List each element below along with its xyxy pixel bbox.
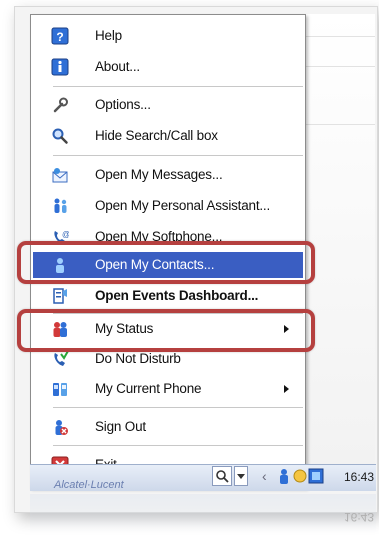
system-tray: ‹ <box>212 466 324 486</box>
messages-icon <box>51 166 69 184</box>
menu-item-hide-search-call-box[interactable]: Hide Search/Call box <box>33 123 303 149</box>
highlight-frame-status <box>17 309 315 352</box>
dropdown-arrow-icon[interactable] <box>234 466 248 486</box>
tray-back-arrow-icon[interactable]: ‹ <box>262 467 276 485</box>
menu-item-open-events-dashboard[interactable]: Open Events Dashboard... <box>33 283 303 309</box>
menu-separator <box>53 445 303 446</box>
submenu-arrow-icon <box>284 385 289 393</box>
menu-item-label: Open My Messages... <box>95 167 223 182</box>
menu-item-help[interactable]: ? Help <box>33 23 303 49</box>
personal-assistant-icon <box>51 197 69 215</box>
background-window <box>302 14 375 470</box>
clock: 16:43 <box>344 470 375 484</box>
menu-item-label: Open Events Dashboard... <box>95 288 259 303</box>
menu-item-label: Do Not Disturb <box>95 351 181 366</box>
do-not-disturb-icon <box>51 350 69 368</box>
info-icon <box>51 58 69 76</box>
highlight-frame-contacts <box>17 241 315 284</box>
menu-item-open-my-personal-assistant[interactable]: Open My Personal Assistant... <box>33 193 303 219</box>
tray-user-icon[interactable] <box>276 467 292 485</box>
menu-item-label: Open My Personal Assistant... <box>95 198 271 213</box>
menu-separator <box>53 407 303 408</box>
reflection-clock: 16:43 <box>344 510 375 524</box>
menu-item-sign-out[interactable]: Sign Out <box>33 414 303 440</box>
svg-text:?: ? <box>56 30 63 44</box>
menu-item-options[interactable]: Options... <box>33 92 303 118</box>
sign-out-icon <box>51 418 69 436</box>
phone-icon <box>51 380 69 398</box>
tray-app-icon[interactable] <box>308 467 324 485</box>
menu-separator <box>53 86 303 87</box>
menu-item-label: About... <box>95 59 140 74</box>
menu-item-about[interactable]: About... <box>33 54 303 80</box>
magnifier-icon <box>51 127 69 145</box>
menu-item-label: Help <box>95 28 122 43</box>
help-icon: ? <box>51 27 69 45</box>
events-dashboard-icon <box>51 287 69 305</box>
menu-separator <box>53 155 303 156</box>
wrench-icon <box>51 96 69 114</box>
brand-logo-text: Alcatel·Lucent <box>54 479 124 491</box>
menu-item-my-current-phone[interactable]: My Current Phone <box>33 376 303 402</box>
menu-item-label: Options... <box>95 97 151 112</box>
svg-text:@: @ <box>62 230 69 239</box>
menu-item-label: My Current Phone <box>95 381 202 396</box>
menu-item-label: Sign Out <box>95 419 146 434</box>
tray-status-icon[interactable] <box>292 467 308 485</box>
reflection <box>30 494 376 534</box>
menu-item-open-my-messages[interactable]: Open My Messages... <box>33 162 303 188</box>
search-icon[interactable] <box>212 466 232 486</box>
menu-item-label: Hide Search/Call box <box>95 128 218 143</box>
